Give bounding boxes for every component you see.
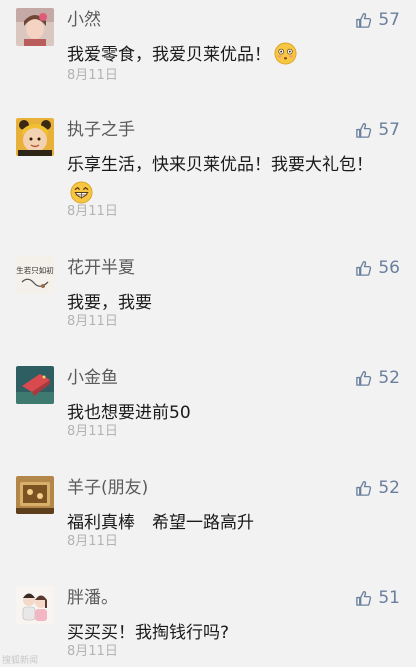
watermark: 搜狐新闻 — [2, 656, 39, 666]
avatar-image: 人生若只如初见 — [16, 256, 54, 294]
like-button[interactable]: 52 — [355, 368, 400, 388]
commenter-name[interactable]: 小然 — [67, 8, 101, 32]
avatar[interactable]: 人生若只如初见 — [16, 256, 54, 294]
like-count: 57 — [378, 10, 400, 30]
like-count: 51 — [378, 588, 400, 608]
like-count: 52 — [378, 478, 400, 498]
avatar[interactable] — [16, 586, 54, 624]
like-button[interactable]: 51 — [355, 588, 400, 608]
thumbs-up-icon — [355, 122, 372, 139]
blushing-face-icon — [274, 42, 297, 65]
avatar-image — [16, 586, 54, 624]
commenter-name[interactable]: 小金鱼 — [67, 366, 118, 390]
avatar-caption: 人生若只如初见 — [16, 265, 54, 275]
comment-text-content: 我爱零食，我爱贝莱优品！ — [67, 45, 271, 65]
like-button[interactable]: 57 — [355, 10, 400, 30]
like-count: 52 — [378, 368, 400, 388]
comment-date: 8月11日 — [67, 534, 118, 549]
comment-date: 8月11日 — [67, 644, 118, 659]
comment-item: 胖潘。 51 买买买！我掏钱行吗? 8月11日 — [0, 586, 416, 666]
comment-item: 执子之手 57 乐享生活，快来贝莱优品！我要大礼包！ 8月11日 — [0, 118, 416, 228]
grinning-face-icon — [70, 181, 93, 204]
like-count: 56 — [378, 258, 400, 278]
thumbs-up-icon — [355, 590, 372, 607]
commenter-name[interactable]: 花开半夏 — [67, 256, 135, 280]
comment-item: 小金鱼 52 我也想要进前50 8月11日 — [0, 366, 416, 446]
avatar-image — [16, 8, 54, 46]
avatar-image — [16, 366, 54, 404]
comment-item: 人生若只如初见 花开半夏 56 我要，我要 8月11日 — [0, 256, 416, 336]
commenter-name[interactable]: 羊子(朋友) — [67, 476, 148, 500]
comment-item: 小然 57 我爱零食，我爱贝莱优品！ 8月11日 — [0, 8, 416, 88]
like-button[interactable]: 52 — [355, 478, 400, 498]
commenter-name[interactable]: 执子之手 — [67, 118, 135, 142]
avatar-image — [16, 118, 54, 156]
comment-date: 8月11日 — [67, 68, 118, 83]
comment-date: 8月11日 — [67, 314, 118, 329]
thumbs-up-icon — [355, 12, 372, 29]
comment-item: 羊子(朋友) 52 福利真棒 希望一路高升 8月11日 — [0, 476, 416, 556]
like-button[interactable]: 56 — [355, 258, 400, 278]
comment-date: 8月11日 — [67, 424, 118, 439]
commenter-name[interactable]: 胖潘。 — [67, 586, 118, 610]
thumbs-up-icon — [355, 260, 372, 277]
like-count: 57 — [378, 120, 400, 140]
avatar[interactable] — [16, 476, 54, 514]
comment-text: 乐享生活，快来贝莱优品！我要大礼包！ — [67, 151, 377, 209]
thumbs-up-icon — [355, 370, 372, 387]
avatar-image — [16, 476, 54, 514]
comment-text-content: 乐享生活，快来贝莱优品！我要大礼包！ — [67, 155, 373, 175]
comment-date: 8月11日 — [67, 204, 118, 219]
avatar[interactable] — [16, 366, 54, 404]
avatar[interactable] — [16, 118, 54, 156]
avatar[interactable] — [16, 8, 54, 46]
like-button[interactable]: 57 — [355, 120, 400, 140]
comment-text: 我爱零食，我爱贝莱优品！ — [67, 41, 377, 70]
thumbs-up-icon — [355, 480, 372, 497]
